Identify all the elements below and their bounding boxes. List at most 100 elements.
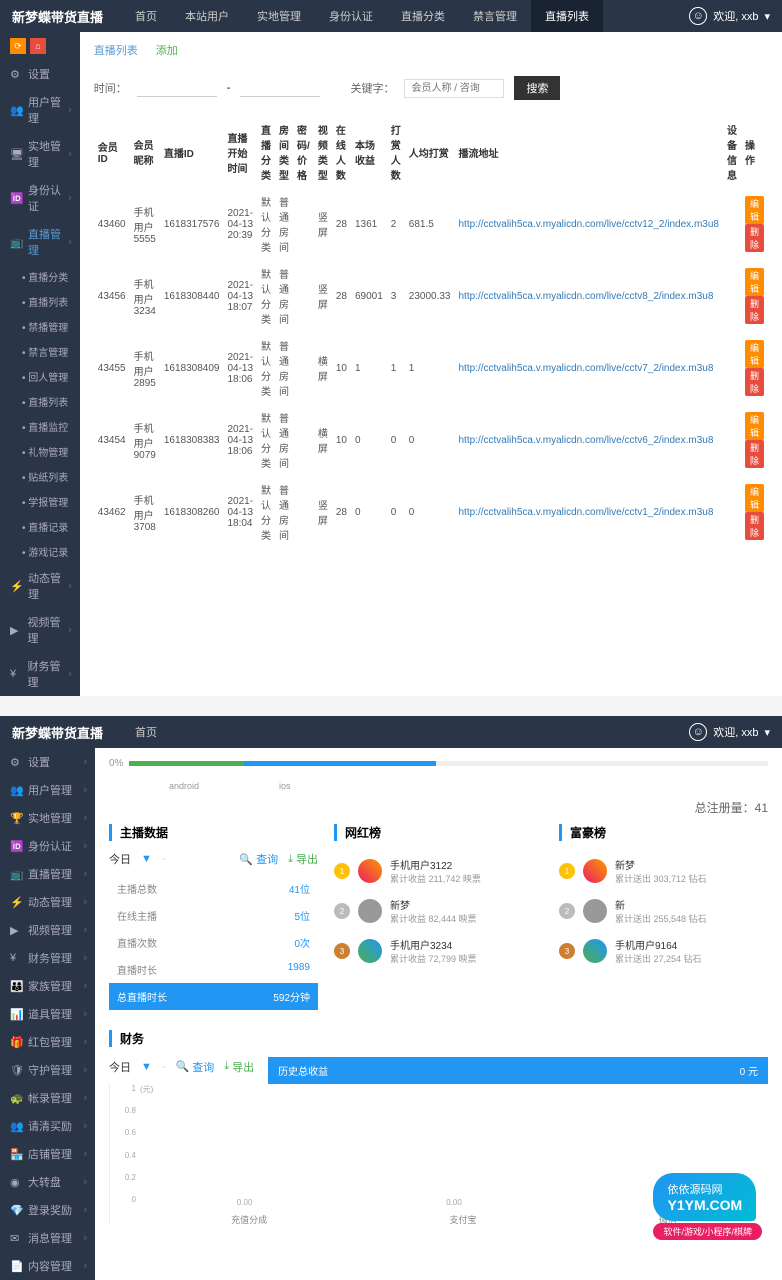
side-sub-item[interactable]: 直播分类 — [0, 264, 80, 289]
side-sub-item[interactable]: 游戏记录 — [0, 539, 80, 564]
keyword-input[interactable] — [404, 79, 504, 98]
side-sub-item[interactable]: 回人管理 — [0, 364, 80, 389]
side-id[interactable]: 🆔身份认证 — [0, 176, 80, 220]
side-icon: 📄 — [10, 1260, 22, 1273]
user-greet: 欢迎, xxb — [713, 8, 758, 24]
home-icon[interactable]: ⌂ — [30, 38, 46, 54]
side-icon: ◉ — [10, 1176, 22, 1189]
side2-item[interactable]: 🆔身份认证 — [0, 832, 95, 860]
side2-item[interactable]: 📊道具管理 — [0, 1000, 95, 1028]
delete-button[interactable]: 删除 — [745, 224, 764, 252]
rank-item: 1新梦累计送出 303,712 钻石 — [559, 851, 768, 891]
chevron-down-icon[interactable]: ▾ — [764, 10, 770, 23]
side2-item[interactable]: ◉大转盘 — [0, 1168, 95, 1196]
edit-button[interactable]: 编辑 — [745, 196, 764, 224]
side2-item[interactable]: ▶视频管理 — [0, 916, 95, 944]
side2-item[interactable]: 👥请清买励 — [0, 1112, 95, 1140]
side-sub-item[interactable]: 禁言管理 — [0, 339, 80, 364]
side2-item[interactable]: ⚙设置 — [0, 748, 95, 776]
side-sub-item[interactable]: 直播列表 — [0, 389, 80, 414]
sidebar-2: ⚙设置👥用户管理🏆实地管理🆔身份认证📺直播管理⚡动态管理▶视频管理¥财务管理👨‍… — [0, 748, 95, 1280]
medal-icon: 1 — [334, 863, 350, 879]
avatar-icon[interactable]: ☺ — [689, 7, 707, 25]
nav-home[interactable]: 首页 — [121, 0, 171, 32]
side2-item[interactable]: 🏆实地管理 — [0, 804, 95, 832]
medal-icon: 3 — [559, 943, 575, 959]
col-red-title: 网红榜 — [334, 824, 543, 841]
query-button[interactable]: 🔍 查询 — [239, 851, 278, 867]
chart-value: 0.00 — [446, 1198, 462, 1207]
delete-button[interactable]: 删除 — [745, 512, 764, 540]
avatar-icon-2[interactable]: ☺ — [689, 723, 707, 741]
side-live[interactable]: 📺直播管理 — [0, 220, 80, 264]
side-icon: 📊 — [10, 1008, 22, 1021]
fin-caret-icon[interactable]: ▼ — [141, 1061, 152, 1073]
total-reg-val: 41 — [755, 801, 768, 815]
side-sub-item[interactable]: 贴纸列表 — [0, 464, 80, 489]
side-sub-item[interactable]: 学报管理 — [0, 489, 80, 514]
side-sub-item[interactable]: 直播记录 — [0, 514, 80, 539]
nav-users[interactable]: 本站用户 — [171, 0, 243, 32]
side-icon: 🏪 — [10, 1148, 22, 1161]
fin-total-bar: 历史总收益0 元 — [268, 1057, 768, 1084]
side-icon: 👥 — [10, 1120, 22, 1133]
rank-avatar — [358, 899, 382, 923]
col-header: 操作 — [741, 116, 768, 188]
side-sub-item[interactable]: 直播监控 — [0, 414, 80, 439]
side2-item[interactable]: 👥用户管理 — [0, 776, 95, 804]
export-button[interactable]: ⤓ 导出 — [288, 851, 318, 867]
fin-query-button[interactable]: 🔍 查询 — [176, 1059, 215, 1075]
edit-button[interactable]: 编辑 — [745, 412, 764, 440]
side2-item[interactable]: 🏪店铺管理 — [0, 1140, 95, 1168]
edit-button[interactable]: 编辑 — [745, 268, 764, 296]
chart-category: 充值分成 — [231, 1213, 267, 1226]
side-settings[interactable]: ⚙设置 — [0, 60, 80, 88]
nav-ban[interactable]: 禁言管理 — [459, 0, 531, 32]
side2-item[interactable]: ✉消息管理 — [0, 1224, 95, 1252]
side-video[interactable]: ▶视频管理 — [0, 608, 80, 652]
total-reg-label: 总注册量： — [695, 801, 755, 815]
fin-export-button[interactable]: ⤓ 导出 — [224, 1059, 254, 1075]
tab-add[interactable]: 添加 — [156, 42, 178, 58]
col-header: 直播分类 — [257, 116, 275, 188]
delete-button[interactable]: 删除 — [745, 368, 764, 396]
side-dynamic[interactable]: ⚡动态管理 — [0, 564, 80, 608]
side2-item[interactable]: 💎登录奖励 — [0, 1196, 95, 1224]
side2-item[interactable]: 🛡守护管理 — [0, 1056, 95, 1084]
side-icon: ▶ — [10, 924, 22, 937]
nav-livecat[interactable]: 直播分类 — [387, 0, 459, 32]
side-finance[interactable]: ¥财务管理 — [0, 652, 80, 696]
refresh-icon[interactable]: ⟳ — [10, 38, 26, 54]
delete-button[interactable]: 删除 — [745, 440, 764, 468]
side2-item[interactable]: 📺直播管理 — [0, 860, 95, 888]
time-to-input[interactable] — [240, 80, 320, 97]
side2-item[interactable]: 📄内容管理 — [0, 1252, 95, 1280]
nav2-home[interactable]: 首页 — [121, 716, 171, 748]
side-users[interactable]: 👥用户管理 — [0, 88, 80, 132]
time-from-input[interactable] — [137, 80, 217, 97]
side2-item[interactable]: 🐢帐录管理 — [0, 1084, 95, 1112]
side2-item[interactable]: 👨‍👩‍👦家族管理 — [0, 972, 95, 1000]
delete-button[interactable]: 删除 — [745, 296, 764, 324]
nav-field[interactable]: 实地管理 — [243, 0, 315, 32]
nav-livelist[interactable]: 直播列表 — [531, 0, 603, 32]
side-sub-item[interactable]: 礼物管理 — [0, 439, 80, 464]
side-field[interactable]: 🖥实地管理 — [0, 132, 80, 176]
caret-icon[interactable]: ▼ — [141, 853, 152, 865]
side-sub-item[interactable]: 直播列表 — [0, 289, 80, 314]
side-sub-item[interactable]: 禁播管理 — [0, 314, 80, 339]
side2-item[interactable]: ⚡动态管理 — [0, 888, 95, 916]
gear-icon: ⚙ — [10, 68, 22, 81]
edit-button[interactable]: 编辑 — [745, 340, 764, 368]
col-header: 人均打赏 — [405, 116, 455, 188]
chevron-down-icon-2[interactable]: ▾ — [764, 726, 770, 739]
search-button[interactable]: 搜索 — [514, 76, 560, 100]
side2-item[interactable]: ¥财务管理 — [0, 944, 95, 972]
brand-2: 新梦蝶带货直播 — [12, 723, 103, 742]
tab-list[interactable]: 直播列表 — [94, 42, 138, 58]
edit-button[interactable]: 编辑 — [745, 484, 764, 512]
medal-icon: 2 — [334, 903, 350, 919]
medal-icon: 2 — [559, 903, 575, 919]
nav-id[interactable]: 身份认证 — [315, 0, 387, 32]
side2-item[interactable]: 🎁红包管理 — [0, 1028, 95, 1056]
